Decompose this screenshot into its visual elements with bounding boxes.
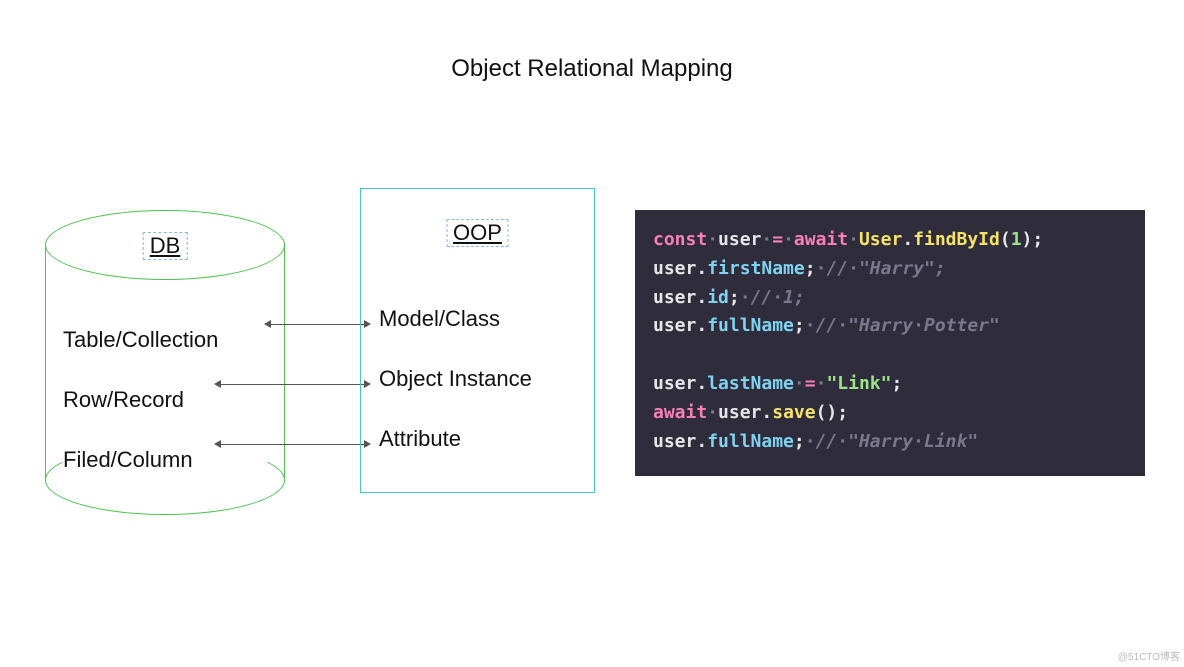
db-item-field: Filed/Column	[63, 430, 218, 490]
code-line	[653, 341, 1127, 370]
db-label: DB	[143, 232, 188, 260]
oop-item-instance: Object Instance	[379, 349, 532, 409]
arrow-3	[220, 444, 365, 445]
code-line: user.firstName;·//·"Harry";	[653, 255, 1127, 284]
oop-box: OOP Model/Class Object Instance Attribut…	[360, 188, 595, 493]
oop-item-model: Model/Class	[379, 289, 532, 349]
oop-label: OOP	[446, 219, 509, 247]
db-cylinder: DB Table/Collection Row/Record Filed/Col…	[45, 210, 285, 515]
db-item-row: Row/Record	[63, 370, 218, 430]
code-line: user.lastName·=·"Link";	[653, 370, 1127, 399]
code-line: user.fullName;·//·"Harry·Potter"	[653, 312, 1127, 341]
code-line: user.id;·//·1;	[653, 284, 1127, 313]
oop-items: Model/Class Object Instance Attribute	[379, 289, 532, 469]
code-line: user.fullName;·//·"Harry·Link"	[653, 428, 1127, 457]
code-block: const·user·=·await·User.findById(1);user…	[635, 210, 1145, 476]
page-title: Object Relational Mapping	[0, 55, 1184, 83]
watermark: @51CTO博客	[1118, 648, 1180, 663]
code-line: await·user.save();	[653, 399, 1127, 428]
code-line: const·user·=·await·User.findById(1);	[653, 226, 1127, 255]
arrow-2	[220, 384, 365, 385]
db-item-table: Table/Collection	[63, 310, 218, 370]
arrow-1	[270, 324, 365, 325]
oop-item-attribute: Attribute	[379, 409, 532, 469]
db-items: Table/Collection Row/Record Filed/Column	[63, 310, 218, 490]
